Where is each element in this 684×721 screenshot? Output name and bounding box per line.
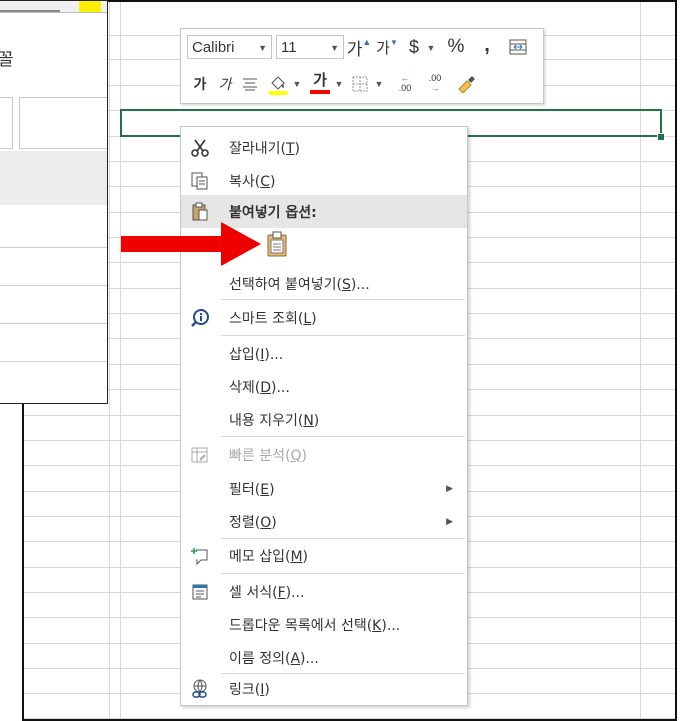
align-center-button[interactable] <box>239 73 261 95</box>
chevron-right-icon: ▶ <box>446 516 453 527</box>
chevron-down-icon[interactable]: ▼ <box>258 43 267 53</box>
decrease-decimal-label: .00 <box>428 73 442 83</box>
chevron-down-icon[interactable]: ▼ <box>333 75 345 93</box>
mini-toolbar: Calibri ▼ 11 ▼ 가 ▲ 가 ▼ $ ▼ % , 가 가 ▼ 가 ▼ ▼… <box>180 28 544 104</box>
menu-item-label: 선택하여 붙여넣기(S)... <box>229 276 370 293</box>
fill-handle[interactable] <box>657 133 665 141</box>
borders-icon <box>352 76 368 92</box>
menu-item-label: 스마트 조회(L) <box>229 310 317 327</box>
font-name-value: Calibri <box>192 38 235 56</box>
increase-decimal-button[interactable]: ← .00 <box>391 71 419 95</box>
copy-icon <box>187 168 213 194</box>
arrow-right-icon: → <box>430 83 440 93</box>
chevron-down-icon[interactable]: ▼ <box>425 39 437 57</box>
menu-item-clear-contents[interactable]: 내용 지우기(N) <box>181 403 467 436</box>
dialog-highlight <box>79 1 101 12</box>
menu-item-define-name[interactable]: 이름 정의(A)... <box>181 641 467 674</box>
menu-item-delete[interactable]: 삭제(D)... <box>181 370 467 403</box>
paste-icon <box>187 199 213 225</box>
increase-decimal-label: .00 <box>398 83 412 93</box>
new-comment-icon <box>187 543 213 569</box>
menu-item-smart-lookup[interactable]: 스마트 조회(L) <box>181 301 467 334</box>
dialog-title: 꼴 <box>0 45 14 70</box>
menu-item-label: 내용 지우기(N) <box>229 412 320 429</box>
menu-item-label: 삭제(D)... <box>229 379 290 396</box>
menu-item-label: 드롭다운 목록에서 선택(K)... <box>229 617 401 634</box>
menu-item-label: 필터(E) <box>229 481 275 498</box>
merge-center-button[interactable] <box>507 36 529 58</box>
menu-item-label: 셀 서식(F)... <box>229 584 305 601</box>
comma-style-button[interactable]: , <box>477 33 497 57</box>
font-color-label: 가 <box>313 72 327 89</box>
decrease-decimal-button[interactable]: .00 → <box>421 71 449 95</box>
currency-label: $ <box>408 36 419 57</box>
increase-font-size-button[interactable]: 가 ▲ <box>346 36 372 59</box>
format-cells-icon <box>187 579 213 605</box>
link-icon <box>187 676 213 702</box>
smart-lookup-icon <box>187 305 213 331</box>
chevron-down-icon[interactable]: ▼ <box>330 43 339 53</box>
font-color-button[interactable]: 가 <box>307 69 333 97</box>
decrease-font-size-button[interactable]: 가 ▼ <box>375 36 399 58</box>
menu-item-label: 빠른 분석(Q) <box>229 447 307 464</box>
dialog-field[interactable] <box>0 97 13 149</box>
comma-label: , <box>484 33 490 56</box>
menu-item-label: 잘라내기(T) <box>229 140 301 157</box>
red-arrow-annotation <box>121 222 261 266</box>
background-dialog: 꼴 <box>0 0 108 404</box>
format-painter-button[interactable] <box>453 71 479 95</box>
fill-color-button[interactable] <box>265 71 291 97</box>
menu-item-copy[interactable]: 복사(C) <box>181 164 467 197</box>
font-size-value: 11 <box>281 38 297 56</box>
menu-item-insert-comment[interactable]: 메모 삽입(M) <box>181 539 467 572</box>
increase-font-label: 가 <box>346 39 363 59</box>
format-painter-icon <box>458 76 475 93</box>
menu-item-pick-from-dropdown[interactable]: 드롭다운 목록에서 선택(K)... <box>181 608 467 641</box>
merge-center-icon <box>509 39 527 55</box>
italic-label: 가 <box>218 76 232 92</box>
menu-item-label: 메모 삽입(M) <box>229 548 308 565</box>
menu-item-label: 복사(C) <box>229 173 276 190</box>
italic-button[interactable]: 가 <box>215 73 235 95</box>
chevron-down-icon[interactable]: ▼ <box>373 75 385 93</box>
percent-label: % <box>447 36 465 57</box>
quick-analysis-icon <box>187 442 213 468</box>
dialog-preview <box>0 151 107 205</box>
menu-item-filter[interactable]: 필터(E) ▶ <box>181 472 467 505</box>
menu-item-label: 정렬(O) <box>229 514 277 531</box>
context-menu: 잘라내기(T) 복사(C) 붙여넣기 옵션: 선택하여 붙여넣기(S)... 스… <box>180 126 468 706</box>
clipboard-icon <box>267 231 287 257</box>
percent-button[interactable]: % <box>443 35 469 59</box>
menu-item-label: 붙여넣기 옵션: <box>229 204 317 221</box>
align-center-icon <box>243 78 257 91</box>
menu-item-sort[interactable]: 정렬(O) ▶ <box>181 505 467 538</box>
menu-item-paste-special[interactable]: 선택하여 붙여넣기(S)... <box>181 267 467 300</box>
menu-item-quick-analysis[interactable]: 빠른 분석(Q) <box>181 438 467 471</box>
decrease-font-label: 가 <box>376 39 390 57</box>
borders-button[interactable] <box>349 73 371 95</box>
menu-item-label: 링크(I) <box>229 681 270 698</box>
font-name-box[interactable]: Calibri ▼ <box>187 35 272 59</box>
bold-label: 가 <box>193 76 207 92</box>
menu-item-link[interactable]: 링크(I) <box>181 672 467 705</box>
fill-bucket-icon <box>269 76 287 95</box>
menu-item-cut[interactable]: 잘라내기(T) <box>181 131 467 164</box>
currency-button[interactable]: $ <box>403 35 425 59</box>
arrow-left-icon: ← <box>400 73 410 83</box>
scissors-icon <box>187 135 213 161</box>
dialog-field[interactable] <box>19 97 107 149</box>
menu-item-label: 이름 정의(A)... <box>229 650 319 667</box>
menu-item-insert[interactable]: 삽입(I)... <box>181 337 467 370</box>
bold-button[interactable]: 가 <box>190 73 210 95</box>
chevron-right-icon: ▶ <box>446 483 453 494</box>
chevron-down-icon[interactable]: ▼ <box>291 75 303 93</box>
menu-item-label: 삽입(I)... <box>229 346 284 363</box>
font-size-box[interactable]: 11 ▼ <box>276 35 344 59</box>
menu-item-format-cells[interactable]: 셀 서식(F)... <box>181 575 467 608</box>
paste-option-button[interactable] <box>263 229 291 259</box>
